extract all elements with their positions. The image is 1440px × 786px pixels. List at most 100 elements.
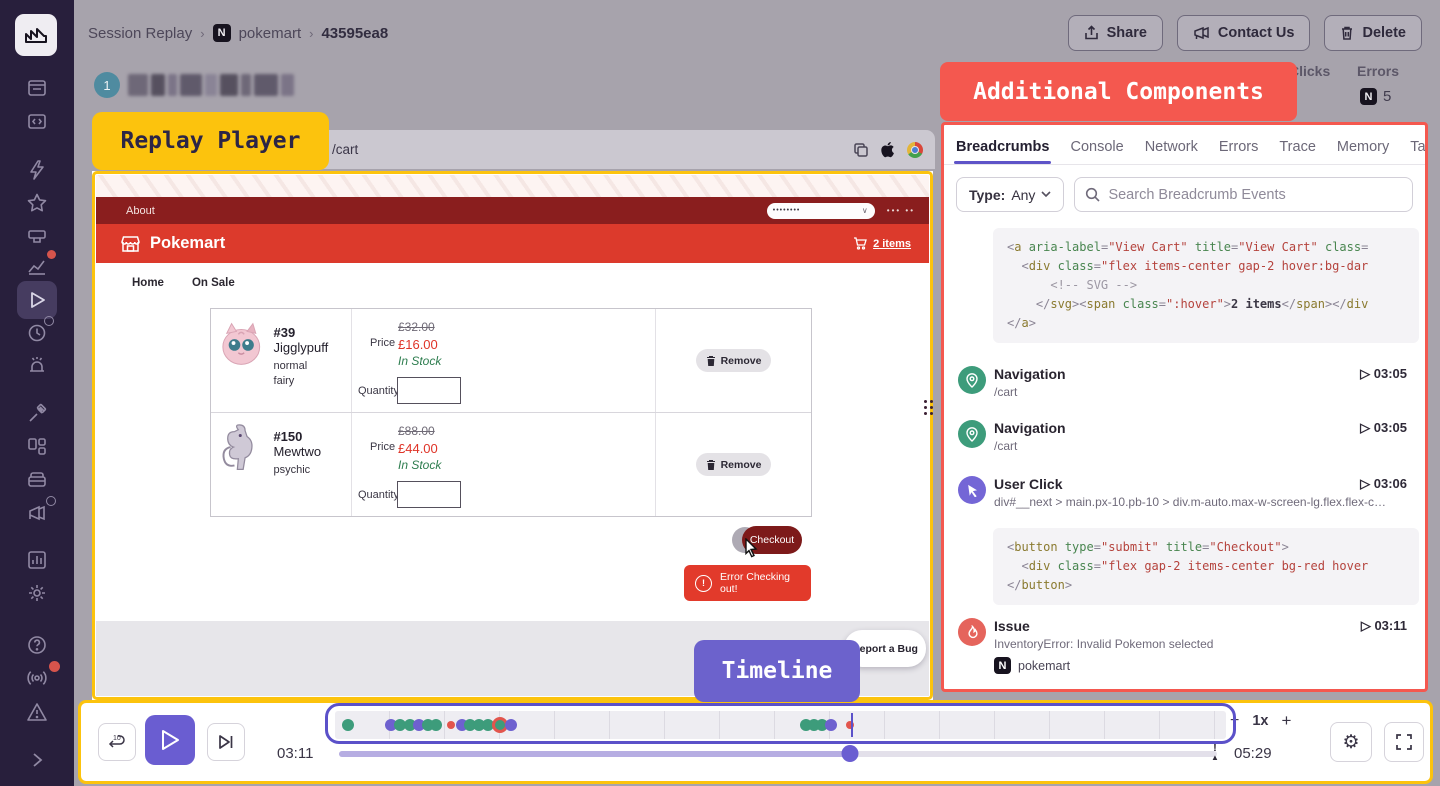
player-settings-button[interactable]: ⚙ (1330, 722, 1372, 762)
quantity-input[interactable] (397, 377, 461, 404)
settings-icon[interactable] (0, 578, 74, 608)
quantity-label: Quantity (358, 385, 399, 397)
trends-icon[interactable] (0, 251, 74, 281)
help-icon[interactable] (0, 630, 74, 660)
posthog-logo[interactable] (15, 14, 57, 56)
presentation-icon[interactable] (0, 222, 74, 252)
nav-home-link[interactable]: Home (132, 277, 164, 289)
pane-resize-handle[interactable] (924, 400, 933, 415)
remove-button[interactable]: Remove (696, 453, 772, 476)
breadcrumb-project[interactable]: pokemart (239, 25, 302, 42)
collapse-chevron-icon[interactable] (0, 745, 74, 775)
masked-select[interactable]: ••••••••∨ (767, 203, 875, 219)
item-type: psychic (273, 463, 351, 478)
toolbar-hammer-icon[interactable] (0, 399, 74, 429)
gear-icon: ⚙ (1342, 731, 1359, 754)
announcements-icon[interactable] (0, 498, 74, 528)
original-price: £32.00 (398, 319, 441, 336)
data-source-icon[interactable] (0, 106, 74, 136)
app-sidebar (0, 0, 74, 786)
event-timestamp[interactable]: ▷ 03:05 (1360, 420, 1407, 436)
chevron-down-icon (1041, 191, 1051, 198)
event-timestamp[interactable]: ▷ 03:11 (1361, 618, 1407, 634)
type-filter-dropdown[interactable]: Type: Any (956, 177, 1064, 212)
event-user-click[interactable]: User Click div#__next > main.px-10.pb-10… (958, 476, 1415, 509)
search-icon (1085, 187, 1100, 202)
dashboards-icon[interactable] (0, 432, 74, 462)
code-snippet: <a aria-label="View Cart" title="View Ca… (993, 228, 1419, 343)
quantity-input[interactable] (397, 481, 461, 508)
breadcrumb-session: 43595ea8 (321, 25, 388, 42)
warnings-icon[interactable] (0, 697, 74, 727)
tab-tags[interactable]: Ta (1410, 139, 1425, 155)
issue-project-chip: N pokemart (994, 657, 1415, 674)
nextjs-logo-icon: N (1360, 88, 1377, 105)
copy-icon[interactable] (853, 142, 869, 158)
products-box-icon[interactable] (0, 465, 74, 495)
seekbar-knob[interactable] (841, 745, 858, 762)
history-icon[interactable] (0, 318, 74, 348)
breadcrumb-search-input[interactable]: Search Breadcrumb Events (1074, 177, 1413, 212)
sale-price: £16.00 (398, 336, 441, 353)
play-button[interactable] (145, 715, 195, 765)
tab-network[interactable]: Network (1145, 139, 1198, 155)
contact-us-button[interactable]: Contact Us (1177, 15, 1311, 51)
event-timestamp[interactable]: ▷ 03:05 (1360, 366, 1407, 382)
tab-errors[interactable]: Errors (1219, 139, 1258, 155)
starred-icon[interactable] (0, 188, 74, 218)
notebooks-icon[interactable] (0, 73, 74, 103)
speed-plus-button[interactable]: + (1281, 711, 1291, 731)
alerts-icon[interactable] (0, 351, 74, 381)
fullscreen-button[interactable] (1384, 722, 1424, 762)
page-header: Pokemart 2 items (96, 224, 929, 263)
quantity-label: Quantity (358, 489, 399, 501)
seekbar[interactable] (339, 751, 1217, 757)
price-label: Price (370, 441, 395, 453)
item-name: Jigglypuff (274, 340, 329, 355)
store-icon (120, 234, 141, 254)
live-events-icon[interactable] (0, 663, 74, 693)
navigation-pin-icon (958, 420, 986, 448)
share-button[interactable]: Share (1068, 15, 1163, 51)
event-navigation-1[interactable]: Navigation /cart ▷ 03:05 (958, 366, 1415, 399)
event-timestamp[interactable]: ▷ 03:06 (1360, 476, 1407, 492)
breadcrumb-root[interactable]: Session Replay (88, 25, 192, 42)
jigglypuff-image (219, 319, 264, 369)
activity-bolt-icon[interactable] (0, 155, 74, 185)
page-about-link[interactable]: About (126, 205, 155, 217)
rewind-10-button[interactable]: 10 (98, 723, 136, 761)
cart-link[interactable]: 2 items (853, 237, 911, 250)
reports-chart-icon[interactable] (0, 545, 74, 575)
session-replay-icon[interactable] (0, 285, 74, 315)
skip-to-end-button[interactable] (207, 723, 245, 761)
tab-memory[interactable]: Memory (1337, 139, 1389, 155)
event-navigation-2[interactable]: Navigation /cart ▷ 03:05 (958, 420, 1415, 453)
speed-value[interactable]: 1x (1252, 713, 1268, 729)
tab-breadcrumbs[interactable]: Breadcrumbs (956, 139, 1049, 155)
delete-button[interactable]: Delete (1324, 15, 1422, 51)
stock-status: In Stock (398, 457, 441, 474)
replay-player: About ••••••••∨ ••• •• Pokemart 2 items … (92, 171, 933, 700)
item-type: fairy (274, 374, 351, 389)
event-issue[interactable]: Issue InventoryError: Invalid Pokemon se… (958, 618, 1415, 674)
chevron-icon: › (309, 26, 313, 41)
annotation-replay-player-label: Replay Player (92, 112, 329, 170)
seekbar-played (339, 751, 850, 757)
item-number: #150 (273, 429, 302, 444)
flame-icon (958, 618, 986, 646)
page-brand[interactable]: Pokemart (150, 234, 225, 253)
breadcrumb-event-list[interactable]: <a aria-label="View Cart" title="View Ca… (944, 220, 1425, 675)
item-name: Mewtwo (273, 444, 321, 459)
player-controls-bar: 10 03:11 ! ▲ − 1x + 05:29 ⚙ (78, 700, 1433, 784)
current-time: 03:11 (277, 745, 313, 762)
cursor-click-icon (958, 476, 986, 504)
nav-onsale-link[interactable]: On Sale (192, 277, 235, 289)
session-index-badge: 1 (94, 72, 120, 98)
tab-console[interactable]: Console (1070, 139, 1123, 155)
page-top-nav: About ••••••••∨ ••• •• (96, 197, 929, 224)
cart-row-jigglypuff: #39 Jigglypuff normalfairy Price £32.00 … (211, 309, 811, 412)
tab-trace[interactable]: Trace (1279, 139, 1316, 155)
errors-stat-label: Errors (1357, 63, 1399, 79)
remove-button[interactable]: Remove (696, 349, 772, 372)
chrome-icon (907, 142, 923, 158)
